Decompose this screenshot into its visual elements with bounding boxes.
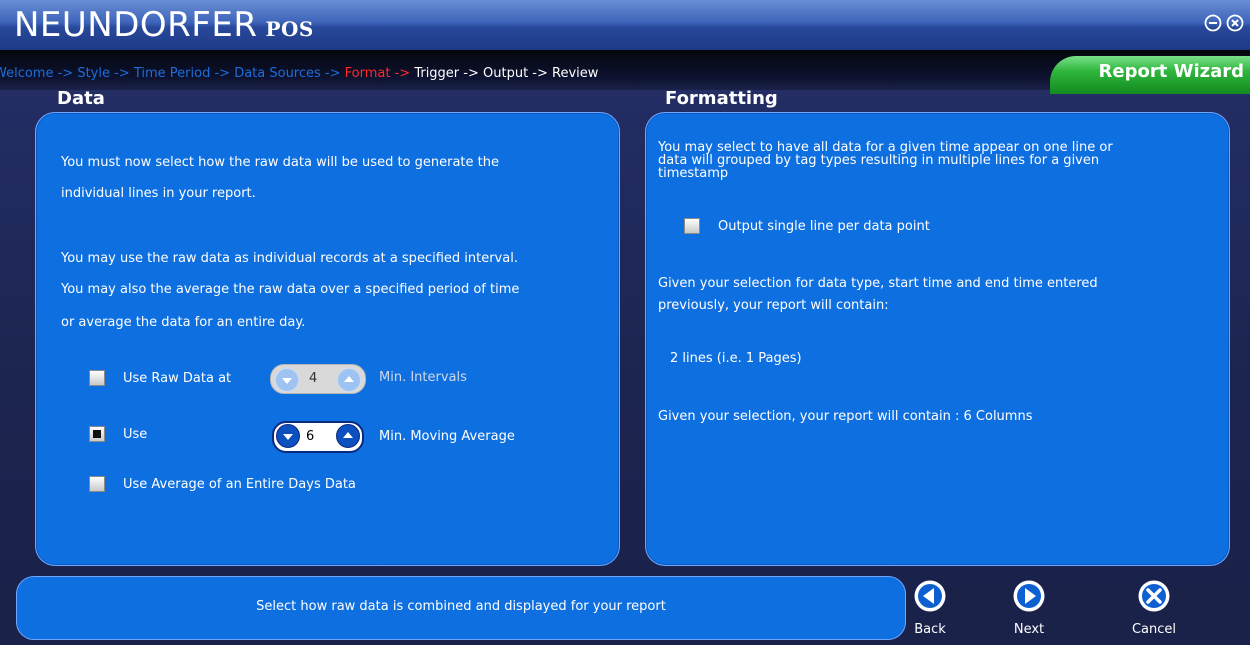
formatting-section-title: Formatting [665,88,778,109]
data-panel: You must now select how the raw data wil… [35,112,620,566]
raw-interval-unit: Min. Intervals [379,370,467,385]
data-intro-line-1: You must now select how the raw data wil… [61,155,499,170]
use-raw-data-checkbox[interactable] [89,370,105,386]
moving-average-value: 6 [306,429,315,444]
status-bar: Select how raw data is combined and disp… [16,576,906,640]
use-entire-day-checkbox[interactable] [89,476,105,492]
breadcrumb-style: Style -> [77,66,130,81]
stepper-up-icon[interactable] [336,424,360,448]
breadcrumb-welcome: Welcome -> [0,66,74,81]
brand-sub: POS [265,17,314,41]
use-moving-average-checkbox[interactable] [89,426,105,442]
use-moving-average-label: Use [123,426,148,442]
stepper-up-icon[interactable] [337,368,361,392]
raw-interval-stepper[interactable]: 4 [270,364,366,394]
back-label: Back [914,622,946,637]
cancel-label: Cancel [1131,622,1177,637]
wizard-label: Report Wizard [1098,61,1244,82]
back-arrow-icon [914,580,946,612]
raw-interval-value: 4 [309,371,318,386]
columns-result: Given your selection, your report will c… [658,409,1033,424]
report-wizard-tab: Report Wizard [1050,56,1250,94]
single-line-checkbox[interactable] [684,218,700,234]
cancel-x-icon [1138,580,1170,612]
next-button[interactable]: Next [999,578,1059,642]
data-desc-line-3: or average the data for an entire day. [61,315,306,330]
moving-average-unit: Min. Moving Average [379,429,515,444]
cancel-button[interactable]: Cancel [1124,578,1184,642]
formatting-intro-line-3: timestamp [658,166,729,181]
title-bar: NEUNDORFER POS [0,0,1250,51]
window-controls [1204,14,1244,32]
next-arrow-icon [1013,580,1045,612]
app-brand: NEUNDORFER POS [14,3,314,51]
use-entire-day-label: Use Average of an Entire Days Data [123,476,356,492]
data-intro-line-2: individual lines in your report. [61,186,256,201]
use-raw-data-option[interactable]: Use Raw Data at [89,370,231,386]
data-desc-line-2: You may also the average the raw data ov… [61,282,520,297]
breadcrumb-trigger: Trigger -> [414,66,479,81]
stepper-down-icon[interactable] [275,368,299,392]
data-desc-line-1: You may use the raw data as individual r… [61,251,518,266]
back-button[interactable]: Back [900,578,960,642]
next-label: Next [1013,622,1045,637]
breadcrumb-review: Review [552,66,599,81]
status-message: Select how raw data is combined and disp… [256,599,666,614]
summary-line-1: Given your selection for data type, star… [658,276,1098,291]
brand-name: NEUNDORFER [14,5,258,45]
data-section-title: Data [57,88,105,109]
breadcrumb-time-period: Time Period -> [133,66,231,81]
summary-line-2: previously, your report will contain: [658,298,889,313]
minimize-icon[interactable] [1204,14,1222,32]
formatting-panel: You may select to have all data for a gi… [645,112,1230,566]
stepper-down-icon[interactable] [276,424,300,448]
moving-average-stepper[interactable]: 6 [272,421,364,453]
close-icon[interactable] [1226,14,1244,32]
single-line-label: Output single line per data point [718,218,930,234]
breadcrumb-format: Format -> [344,66,411,81]
breadcrumb: Welcome -> Style -> Time Period -> Data … [0,66,598,81]
lines-result: 2 lines (i.e. 1 Pages) [670,351,802,366]
breadcrumb-output: Output -> [483,66,548,81]
report-wizard-window: NEUNDORFER POS Welcome -> Style -> Time P… [0,0,1250,645]
use-moving-average-option[interactable]: Use [89,426,147,442]
use-raw-data-label: Use Raw Data at [123,370,232,386]
breadcrumb-data-sources: Data Sources -> [234,66,341,81]
single-line-option[interactable]: Output single line per data point [684,218,930,234]
use-entire-day-option[interactable]: Use Average of an Entire Days Data [89,476,356,492]
